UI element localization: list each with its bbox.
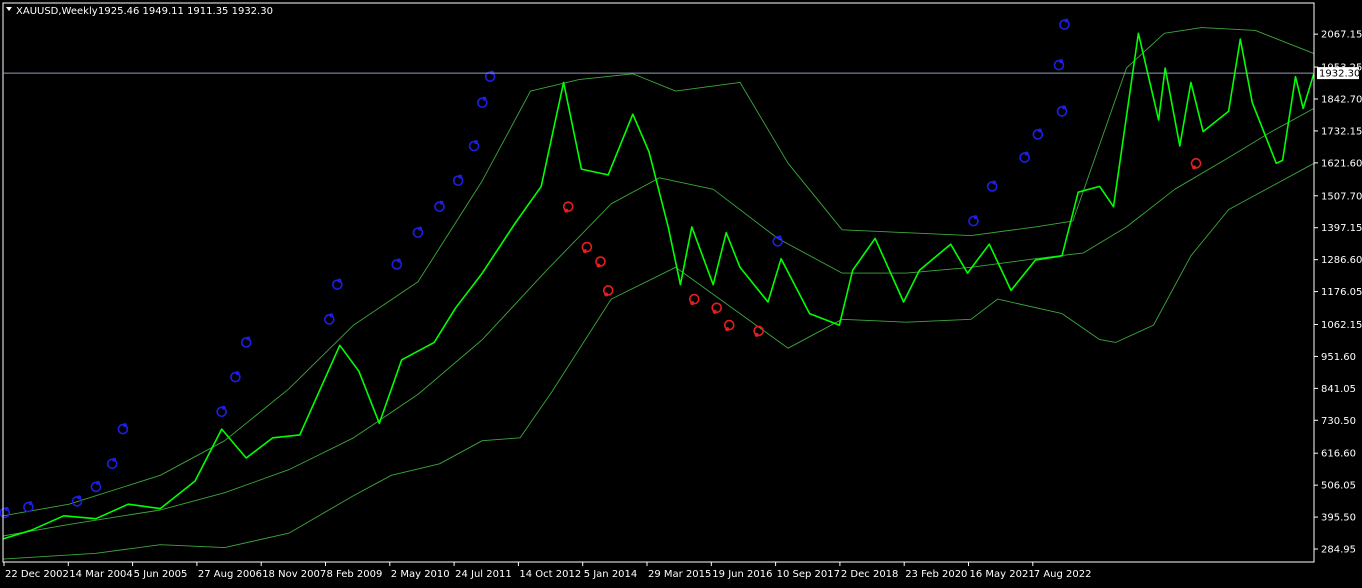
buy-signal-dot [992,180,997,185]
x-tick-label: 5 Jun 2005 [134,569,188,580]
buy-signal-dot [973,215,978,220]
buy-signal-dot [337,278,342,283]
buy-signal-dot [417,226,422,231]
sell-signal-dot [596,263,601,268]
x-tick-label: 27 Aug 2006 [198,569,262,580]
buy-signal-dot [28,501,33,506]
x-tick-label: 19 Jun 2016 [712,569,772,580]
y-tick-label: 1397.15 [1321,223,1362,234]
buy-signal-dot [77,495,82,500]
buy-signal-dot [329,313,334,318]
x-tick-label: 14 Mar 2004 [69,569,132,580]
y-tick-label: 730.50 [1321,416,1356,427]
x-tick-label: 18 Nov 2007 [262,569,326,580]
y-tick-label: 1176.05 [1321,287,1362,298]
sell-signal-dot [725,327,730,332]
x-tick-label: 24 Jul 2011 [455,569,512,580]
buy-signal-dot [122,423,127,428]
sell-signal-dot [604,292,609,297]
buy-signal-dot [246,336,251,341]
x-tick-label: 22 Dec 2002 [5,569,69,580]
x-tick-label: 7 Aug 2022 [1034,569,1092,580]
sell-signal-dot [690,301,695,306]
buy-signal-dot [1064,18,1069,23]
y-tick-label: 1286.60 [1321,255,1362,266]
x-tick-label: 2 May 2010 [391,569,450,580]
y-tick-label: 616.60 [1321,449,1356,460]
buy-signal-dot [396,258,401,263]
x-tick-label: 14 Oct 2012 [519,569,581,580]
sell-signal-dot [1192,165,1197,170]
chart-header: XAUUSD,Weekly 1925.46 1949.11 1911.35 19… [6,6,273,17]
buy-signal-dot [482,96,487,101]
y-tick-label: 395.50 [1321,513,1356,524]
x-tick-label: 23 Feb 2020 [905,569,967,580]
sell-signal-dot [582,249,587,254]
buy-signal-dot [1058,59,1063,64]
buy-signal-dot [4,506,9,511]
buy-signal-dot [235,371,240,376]
x-tick-label: 5 Jan 2014 [584,569,638,580]
y-tick-label: 841.05 [1321,384,1356,395]
y-tick-label: 1621.60 [1321,158,1362,169]
buy-signal-dot [221,405,226,410]
y-tick-label: 1507.70 [1321,191,1362,202]
x-tick-label: 10 Sep 2017 [777,569,840,580]
sell-signal-dot [754,332,759,337]
y-tick-label: 1842.70 [1321,94,1362,105]
sell-signal-dot [712,309,717,314]
x-tick-label: 2 Dec 2018 [841,569,899,580]
x-tick-label: 8 Feb 2009 [327,569,383,580]
y-tick-label: 506.05 [1321,481,1356,492]
buy-signal-dot [439,200,444,205]
y-tick-label: 1062.15 [1321,320,1362,331]
y-tick-label: 284.95 [1321,545,1356,556]
x-tick-label: 16 May 2021 [970,569,1035,580]
buy-signal-dot [474,140,479,144]
current-price-label: 1932.30 [1319,69,1360,80]
buy-signal-dot [1024,151,1029,156]
buy-signal-dot [1037,128,1042,133]
chart-root: 2067.151953.251842.701732.151621.601507.… [0,0,1362,584]
sell-signal-dot [564,208,569,213]
symbol-title: XAUUSD,Weekly [16,6,98,17]
buy-signal-dot [112,457,117,462]
y-tick-label: 951.60 [1321,352,1356,363]
buy-signal-dot [1061,105,1066,110]
y-tick-label: 2067.15 [1321,30,1362,41]
chart-background [0,0,1362,584]
buy-signal-dot [458,174,463,179]
y-tick-label: 1732.15 [1321,126,1362,137]
buy-signal-dot [95,480,100,485]
ohlc-values: 1925.46 1949.11 1911.35 1932.30 [98,6,273,17]
buy-signal-dot [777,235,782,240]
chart-svg[interactable]: 2067.151953.251842.701732.151621.601507.… [0,0,1362,584]
x-tick-label: 29 Mar 2015 [648,569,711,580]
